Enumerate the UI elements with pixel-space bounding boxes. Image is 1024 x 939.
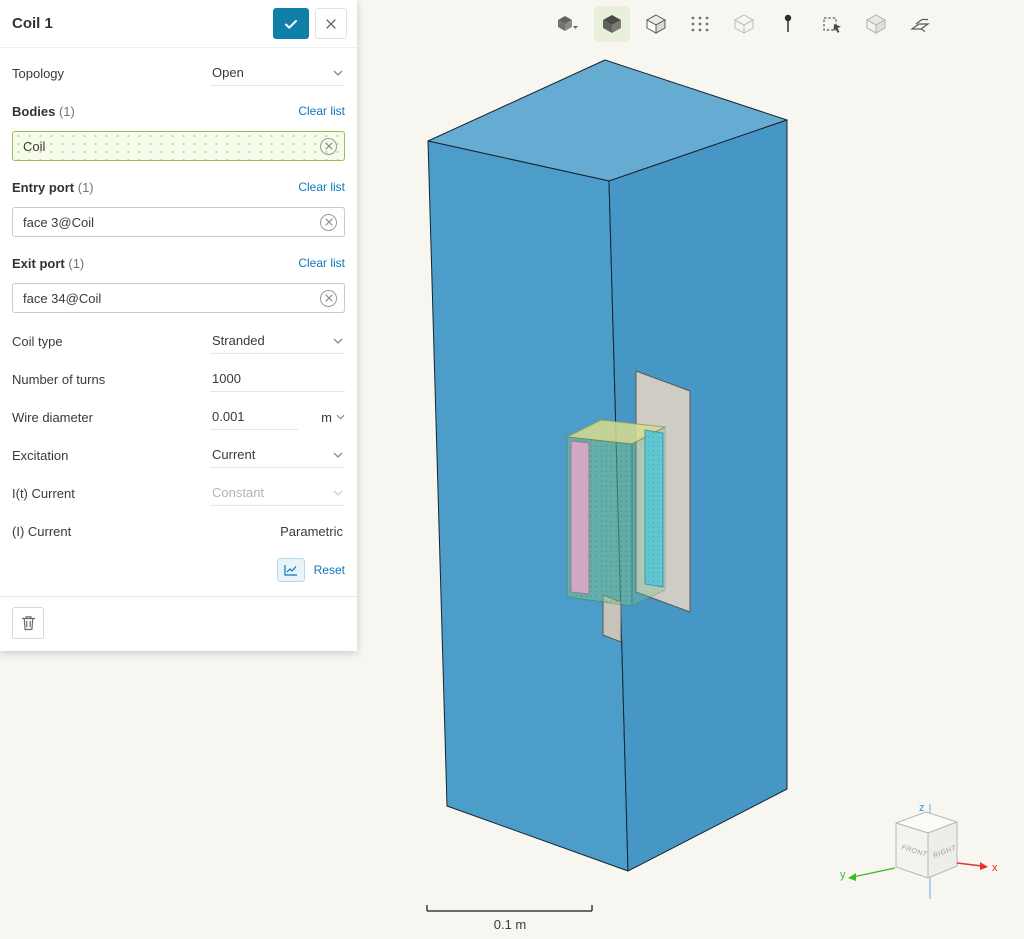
exit-port-chip[interactable]: face 34@Coil xyxy=(12,283,345,313)
wire-diameter-label: Wire diameter xyxy=(12,410,93,425)
reset-link[interactable]: Reset xyxy=(314,563,345,577)
it-current-label: I(t) Current xyxy=(12,486,75,501)
entry-port-chip[interactable]: face 3@Coil xyxy=(12,207,345,237)
exit-port-count: (1) xyxy=(68,256,84,271)
panel-body: Topology Open Bodies (1) Clear list Coil… xyxy=(0,48,357,596)
view-orientation-cube-menu-button[interactable] xyxy=(550,6,586,42)
topology-select[interactable]: Open xyxy=(210,60,345,86)
parametric-chart-button[interactable] xyxy=(277,558,305,582)
axis-x-label: x xyxy=(992,862,998,874)
exit-port-section: Exit port (1) Clear list xyxy=(12,246,345,280)
unit-label: m xyxy=(321,410,332,425)
chevron-down-icon xyxy=(333,490,343,496)
panel-title: Coil 1 xyxy=(12,15,53,32)
trash-icon xyxy=(21,615,36,631)
axis-z-label: z xyxy=(919,802,925,814)
delete-coil-button[interactable] xyxy=(12,607,44,639)
it-current-select[interactable]: Constant xyxy=(210,480,345,506)
header-actions xyxy=(273,8,347,39)
transparent-view-button[interactable] xyxy=(726,6,762,42)
remove-entry-port-button[interactable] xyxy=(320,214,337,231)
coil-type-label: Coil type xyxy=(12,334,63,349)
viewport-toolbar xyxy=(550,6,938,42)
exit-port-chip-label: face 34@Coil xyxy=(23,291,101,306)
i-current-value: Parametric xyxy=(280,524,345,539)
excitation-label: Excitation xyxy=(12,448,68,463)
bodies-section: Bodies (1) Clear list xyxy=(12,94,345,128)
wire-diameter-input[interactable] xyxy=(210,404,298,430)
excitation-row: Excitation Current xyxy=(12,436,345,474)
box-select-button[interactable] xyxy=(814,6,850,42)
transparent-view-icon xyxy=(733,13,755,35)
confirm-button[interactable] xyxy=(273,8,309,39)
isolate-body-icon xyxy=(865,13,887,35)
exit-face-texture xyxy=(645,430,663,587)
number-of-turns-row: Number of turns xyxy=(12,360,345,398)
topology-row: Topology Open xyxy=(12,54,345,92)
bodies-label: Bodies xyxy=(12,104,55,119)
number-of-turns-input[interactable] xyxy=(210,366,345,392)
bodies-chip-label: Coil xyxy=(23,139,45,154)
mesh-points-view-icon xyxy=(689,13,711,35)
remove-icon xyxy=(325,218,333,226)
exit-port-label: Exit port xyxy=(12,256,65,271)
shaded-view-icon xyxy=(601,13,623,35)
remove-icon xyxy=(325,142,333,150)
section-plane-button[interactable] xyxy=(902,6,938,42)
chevron-down-icon xyxy=(336,414,345,420)
topology-label: Topology xyxy=(12,66,64,81)
entry-port-count: (1) xyxy=(78,180,94,195)
exit-port-clear-link[interactable]: Clear list xyxy=(298,256,345,270)
view-orientation-cube-menu-icon xyxy=(556,13,580,35)
probe-point-button[interactable] xyxy=(770,6,806,42)
section-plane-icon xyxy=(909,13,931,35)
chevron-down-icon xyxy=(333,338,343,344)
shaded-view-button[interactable] xyxy=(594,6,630,42)
bodies-chip-coil[interactable]: Coil xyxy=(12,131,345,161)
chevron-down-icon xyxy=(333,70,343,76)
coil-settings-panel: Coil 1 Topology Open xyxy=(0,0,357,651)
chevron-down-icon xyxy=(333,452,343,458)
check-icon xyxy=(283,16,299,32)
number-of-turns-label: Number of turns xyxy=(12,372,105,387)
excitation-select[interactable]: Current xyxy=(210,442,345,468)
remove-icon xyxy=(325,294,333,302)
line-chart-icon xyxy=(284,564,298,576)
close-icon xyxy=(325,18,337,30)
i-current-label: (I) Current xyxy=(12,524,71,539)
panel-footer xyxy=(0,596,357,651)
coil-body[interactable] xyxy=(567,420,665,606)
probe-point-icon xyxy=(777,13,799,35)
isolate-body-button[interactable] xyxy=(858,6,894,42)
close-button[interactable] xyxy=(315,8,347,39)
box-select-icon xyxy=(821,13,843,35)
entry-port-clear-link[interactable]: Clear list xyxy=(298,180,345,194)
axis-y-label: y xyxy=(840,869,846,881)
coil-type-select[interactable]: Stranded xyxy=(210,328,345,354)
wire-diameter-row: Wire diameter m xyxy=(12,398,345,436)
wire-diameter-unit-select[interactable]: m xyxy=(321,405,345,430)
bodies-count: (1) xyxy=(59,104,75,119)
bodies-clear-link[interactable]: Clear list xyxy=(298,104,345,118)
mesh-points-view-button[interactable] xyxy=(682,6,718,42)
entry-port-chip-label: face 3@Coil xyxy=(23,215,94,230)
entry-port-section: Entry port (1) Clear list xyxy=(12,170,345,204)
entry-port-label: Entry port xyxy=(12,180,74,195)
shaded-edges-view-icon xyxy=(645,13,667,35)
i-current-row: (I) Current Parametric xyxy=(12,512,345,550)
it-current-row: I(t) Current Constant xyxy=(12,474,345,512)
parametric-reset-row: Reset xyxy=(12,552,345,588)
panel-header: Coil 1 xyxy=(0,0,357,48)
remove-exit-port-button[interactable] xyxy=(320,290,337,307)
shaded-edges-view-button[interactable] xyxy=(638,6,674,42)
remove-body-button[interactable] xyxy=(320,138,337,155)
entry-port-face[interactable] xyxy=(571,441,589,594)
scale-bar-label: 0.1 m xyxy=(494,917,527,932)
coil-type-row: Coil type Stranded xyxy=(12,322,345,360)
